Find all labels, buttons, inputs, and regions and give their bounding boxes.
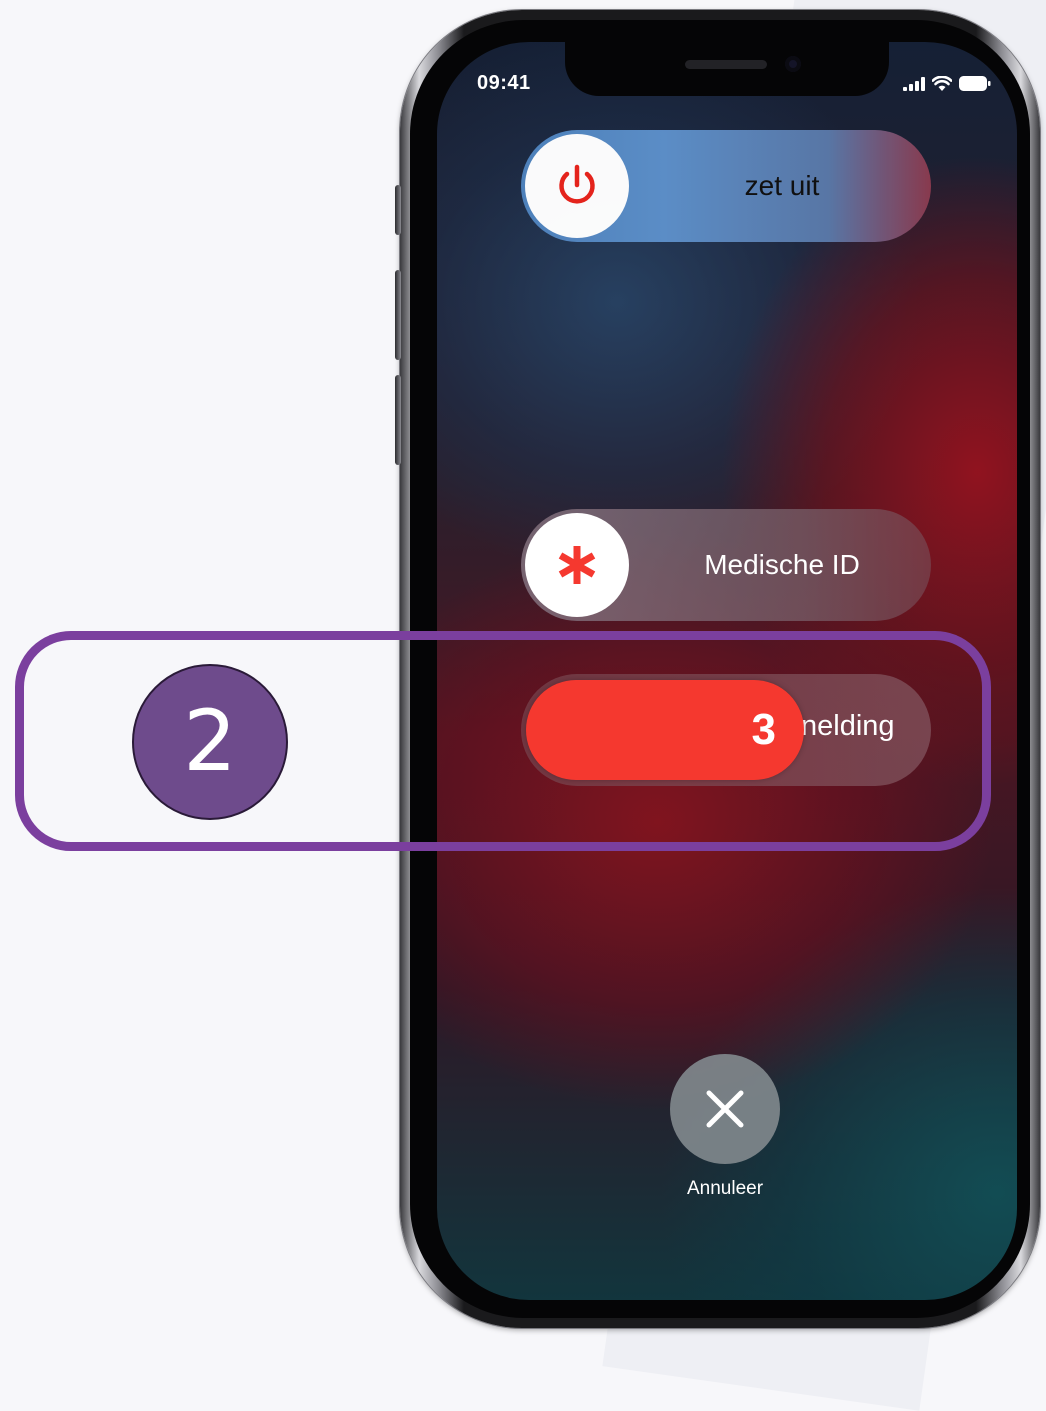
close-icon: [706, 1090, 744, 1128]
status-time: 09:41: [477, 72, 531, 94]
medical-id-knob[interactable]: [525, 513, 629, 617]
power-off-knob[interactable]: [525, 134, 629, 238]
step-number-badge: 2: [132, 664, 288, 820]
power-off-slider[interactable]: zet uit: [521, 130, 931, 242]
volume-down-button: [395, 270, 401, 360]
battery-icon: [959, 76, 991, 91]
asterisk-icon: [558, 546, 596, 584]
cellular-signal-icon: [903, 76, 925, 91]
power-off-label: zet uit: [744, 170, 820, 201]
volume-up-button: [395, 185, 401, 235]
medical-id-slider[interactable]: Medische ID: [521, 509, 931, 621]
medical-id-label: Medische ID: [704, 549, 860, 580]
speaker-grille: [685, 60, 767, 69]
mute-switch: [395, 375, 401, 465]
wifi-icon: [932, 76, 952, 91]
front-camera: [785, 56, 801, 72]
power-icon: [559, 164, 595, 204]
notch: [565, 42, 889, 96]
cancel-label: Annuleer: [686, 1178, 764, 1199]
status-icons: [903, 76, 991, 91]
cancel-button[interactable]: [670, 1054, 780, 1164]
